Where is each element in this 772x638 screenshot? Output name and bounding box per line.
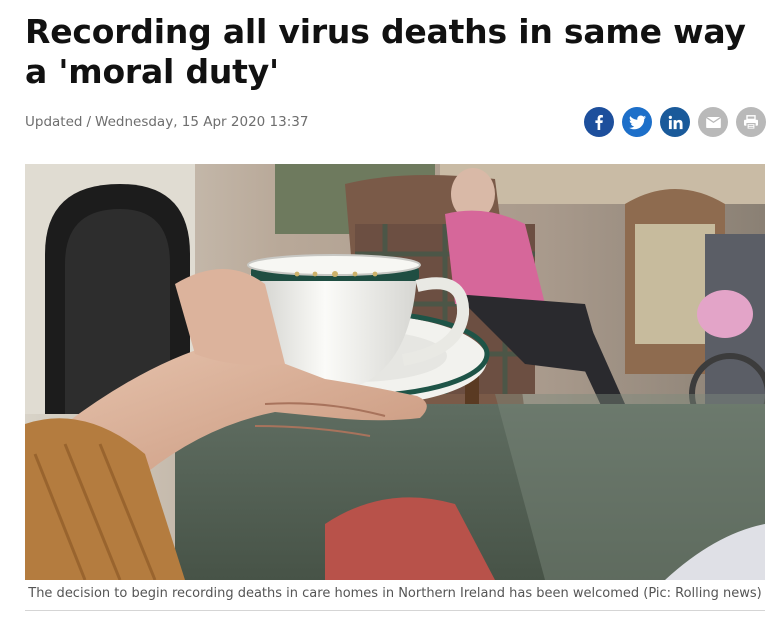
- linkedin-share-button[interactable]: [660, 107, 690, 137]
- twitter-icon: [628, 114, 646, 129]
- email-share-button[interactable]: [698, 107, 728, 137]
- updated-date: Wednesday, 15 Apr 2020 13:37: [95, 114, 309, 130]
- email-icon: [705, 116, 721, 128]
- linkedin-icon: [668, 115, 683, 129]
- teacup-care-home-photo: [25, 164, 765, 580]
- facebook-icon: [595, 115, 603, 130]
- updated-separator: /: [86, 114, 92, 130]
- caption-divider: [25, 610, 765, 611]
- share-buttons: [584, 107, 766, 137]
- image-caption: The decision to begin recording deaths i…: [28, 586, 762, 601]
- article-headline: Recording all virus deaths in same way a…: [25, 12, 746, 91]
- twitter-share-button[interactable]: [622, 107, 652, 137]
- facebook-share-button[interactable]: [584, 107, 614, 137]
- article-meta-row: Updated / Wednesday, 15 Apr 2020 13:37: [25, 104, 766, 140]
- article-updated: Updated / Wednesday, 15 Apr 2020 13:37: [25, 114, 308, 130]
- article-hero-image: [25, 164, 765, 580]
- print-button[interactable]: [736, 107, 766, 137]
- updated-label: Updated: [25, 114, 83, 130]
- print-icon: [744, 114, 758, 130]
